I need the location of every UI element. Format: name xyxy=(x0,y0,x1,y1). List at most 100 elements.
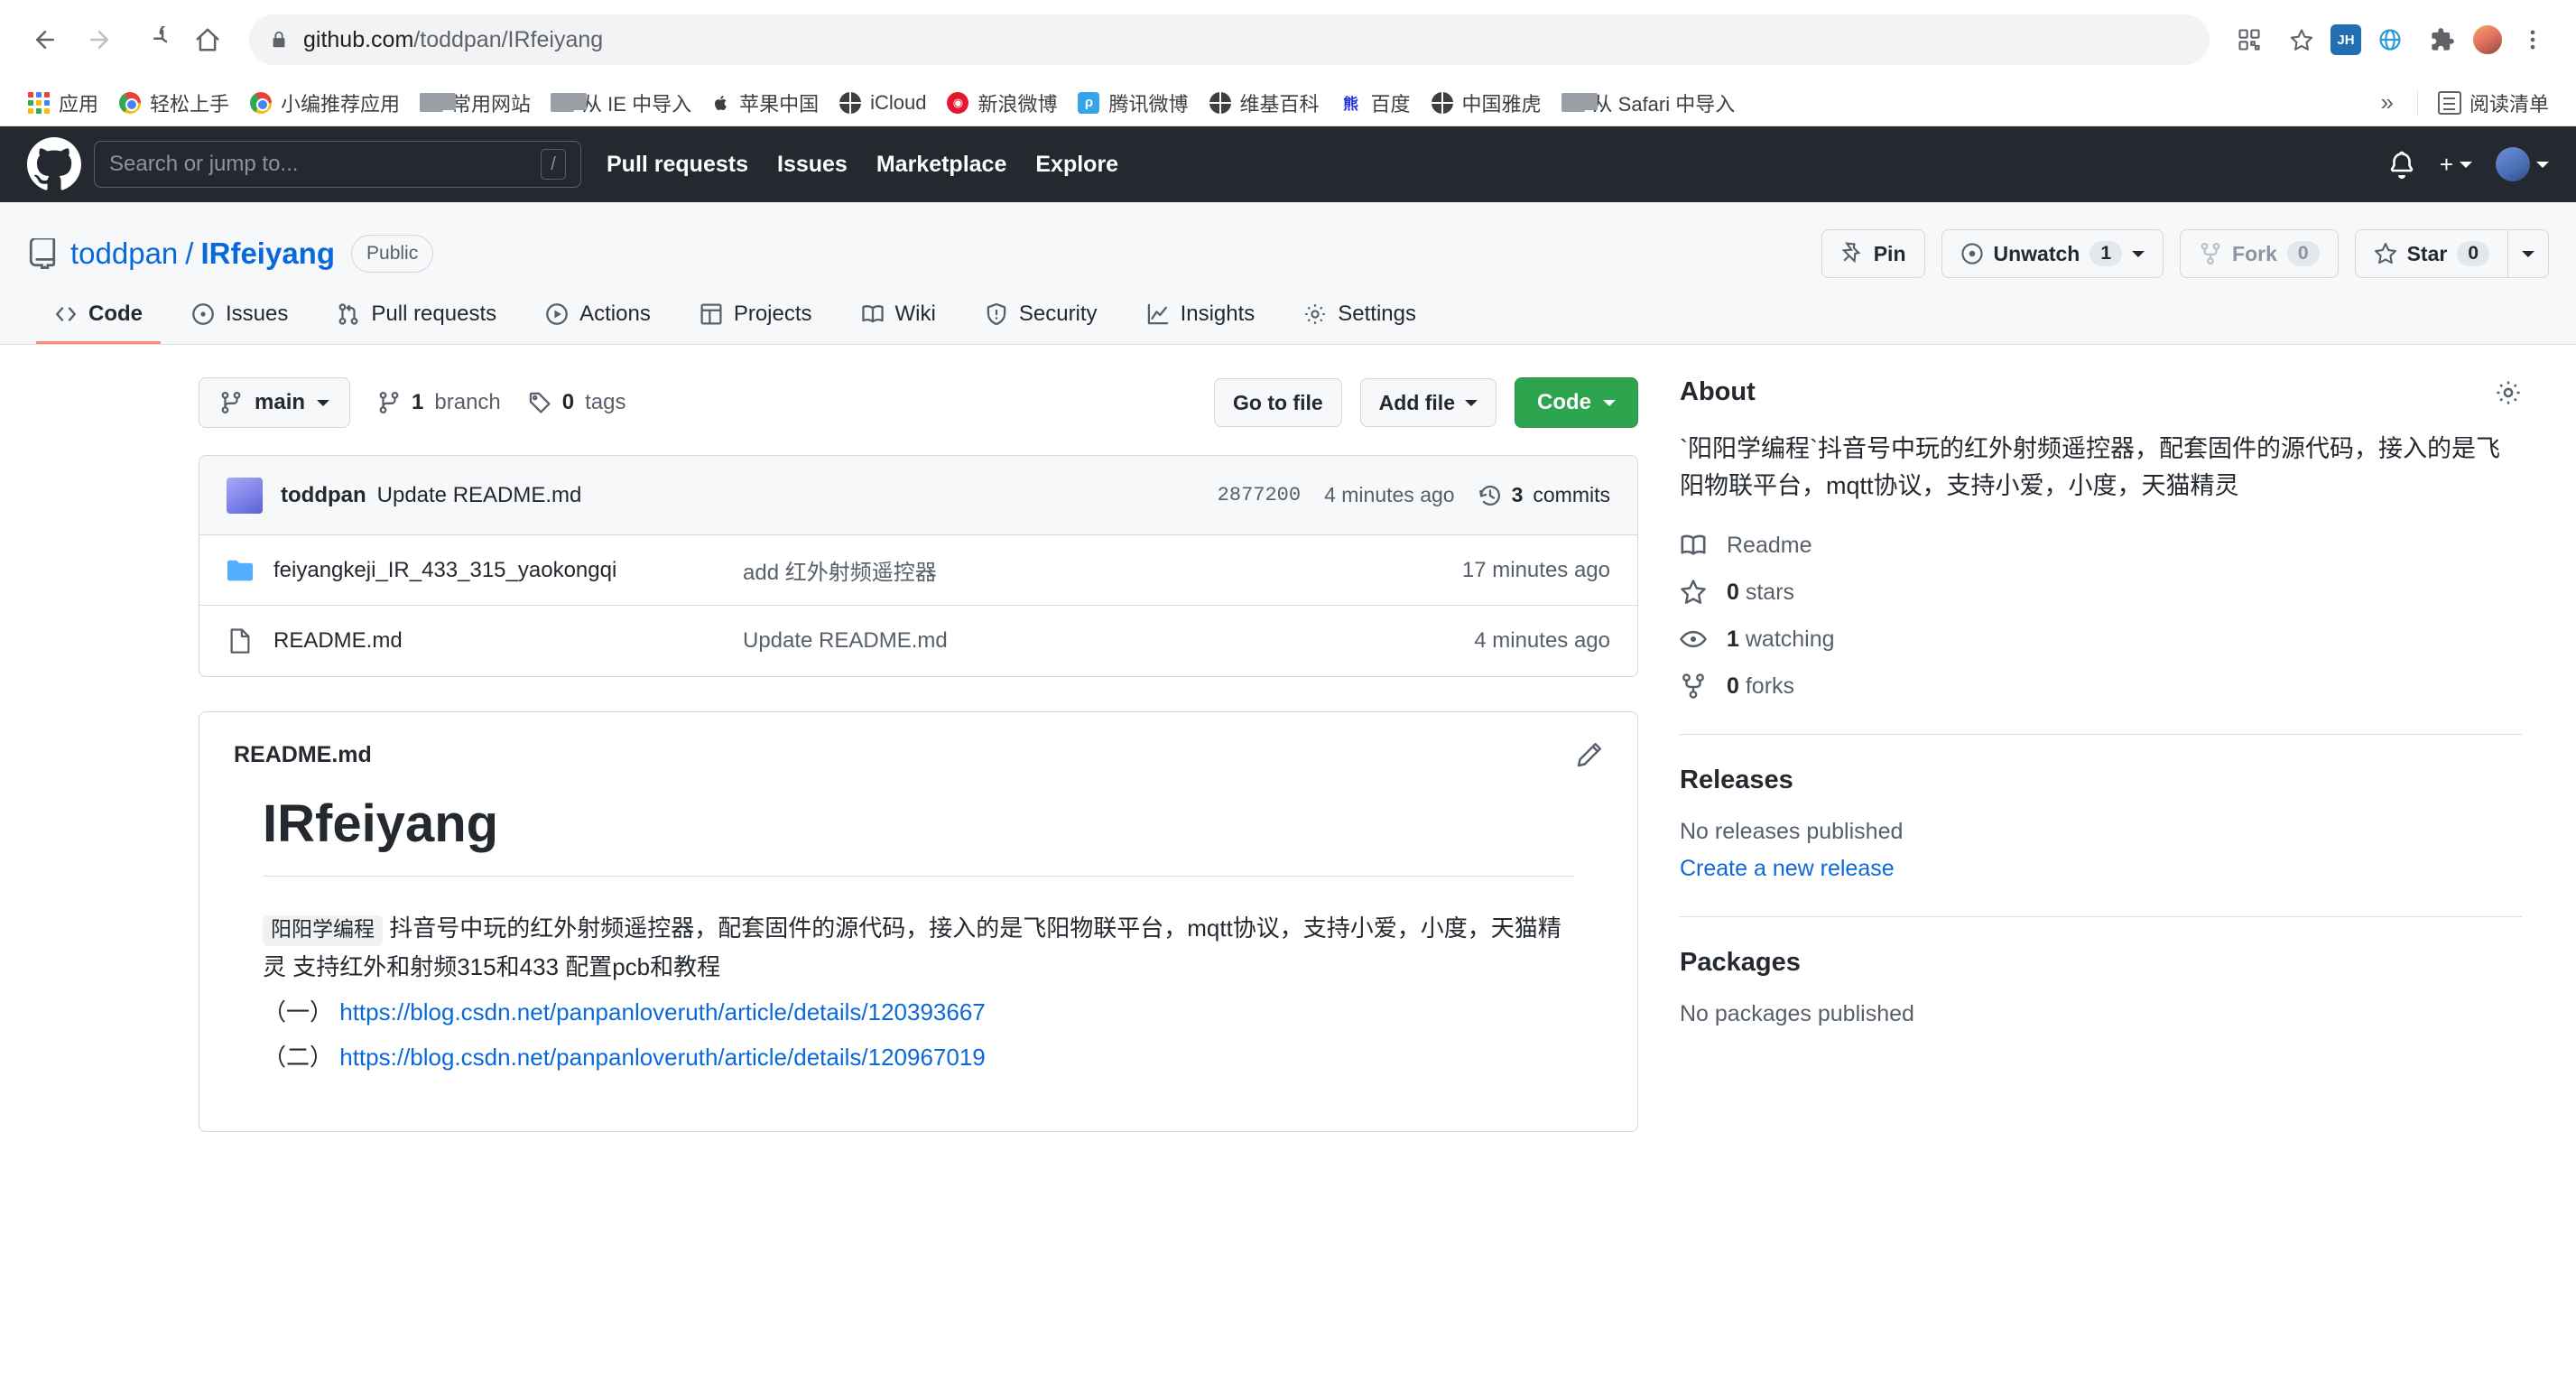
sidebar-stars-link[interactable]: 0 stars xyxy=(1680,579,2522,606)
bookmark-folder-from-safari[interactable]: 从 Safari 中导入 xyxy=(1552,83,1745,123)
baidu-icon: 熊 xyxy=(1343,96,1359,113)
bookmark-tencent-weibo[interactable]: ρ 腾讯微博 xyxy=(1068,83,1197,123)
readme-paragraph: 阳阳学编程 抖音号中玩的红外射频遥控器，配套固件的源代码，接入的是飞阳物联平台，… xyxy=(263,909,1574,986)
forward-button[interactable] xyxy=(74,14,125,65)
apps-grid-icon xyxy=(27,91,51,115)
sidebar-divider xyxy=(1680,916,2522,918)
add-file-button[interactable]: Add file xyxy=(1359,378,1496,427)
reading-list-button[interactable]: 阅读清单 xyxy=(2429,83,2558,123)
readme-link-1[interactable]: https://blog.csdn.net/panpanloveruth/art… xyxy=(339,998,986,1026)
extension-jh-icon[interactable]: JH xyxy=(2330,24,2361,55)
play-icon xyxy=(545,302,569,326)
nav-pull-requests[interactable]: Pull requests xyxy=(607,152,748,178)
star-button[interactable]: Star 0 xyxy=(2354,229,2507,278)
chevron-down-icon xyxy=(2460,161,2472,168)
bookmark-icloud[interactable]: iCloud xyxy=(829,86,935,120)
home-button[interactable] xyxy=(182,14,233,65)
create-new-menu[interactable]: + xyxy=(2440,151,2472,179)
bookmark-apps[interactable]: 应用 xyxy=(18,83,107,123)
qr-code-icon[interactable] xyxy=(2226,16,2273,63)
watch-button[interactable]: Unwatch 1 xyxy=(1941,229,2164,278)
edit-pencil-icon[interactable] xyxy=(1576,741,1603,768)
fork-count: 0 xyxy=(2286,241,2320,266)
create-release-link[interactable]: Create a new release xyxy=(1680,856,2522,882)
bookmark-folder-from-ie[interactable]: 从 IE 中导入 xyxy=(542,83,700,123)
tab-issues[interactable]: Issues xyxy=(173,302,306,344)
profile-avatar[interactable] xyxy=(2471,23,2504,56)
tab-settings[interactable]: Settings xyxy=(1285,302,1434,344)
packages-title: Packages xyxy=(1680,948,1801,978)
tab-projects[interactable]: Projects xyxy=(681,302,830,344)
star-dropdown-button[interactable] xyxy=(2507,229,2549,278)
go-to-file-button[interactable]: Go to file xyxy=(1213,378,1342,427)
commit-message[interactable]: Update README.md xyxy=(377,483,582,508)
notifications-bell-icon[interactable] xyxy=(2387,150,2416,179)
file-name-link[interactable]: README.md xyxy=(273,628,743,654)
repo-owner-link[interactable]: toddpan xyxy=(70,237,178,271)
search-input[interactable]: Search or jump to... / xyxy=(94,141,581,188)
code-download-button[interactable]: Code xyxy=(1515,377,1638,428)
bookmark-qingsongshangshou[interactable]: 轻松上手 xyxy=(109,83,238,123)
pin-button[interactable]: Pin xyxy=(1821,229,1925,278)
extension-globe-icon[interactable] xyxy=(2367,16,2414,63)
tab-code[interactable]: Code xyxy=(36,302,161,344)
table-row[interactable]: feiyangkeji_IR_433_315_yaokongqi add 红外射… xyxy=(199,535,1637,606)
bookmark-label: 苹果中国 xyxy=(739,92,820,116)
extensions-puzzle-icon[interactable] xyxy=(2419,16,2466,63)
commit-author-avatar[interactable] xyxy=(227,477,263,514)
tab-pull-requests[interactable]: Pull requests xyxy=(319,302,514,344)
readme-header: README.md xyxy=(199,712,1637,777)
repo-name-link[interactable]: IRfeiyang xyxy=(200,237,335,271)
about-settings-gear-icon[interactable] xyxy=(2495,379,2522,406)
readme-link-2[interactable]: https://blog.csdn.net/panpanloveruth/art… xyxy=(339,1044,986,1071)
bookmark-xiaobian-apps[interactable]: 小编推荐应用 xyxy=(240,83,409,123)
repository-tabs: Code Issues Pull requests Actions Projec… xyxy=(27,302,2549,344)
sidebar-forks-link[interactable]: 0 forks xyxy=(1680,673,2522,700)
back-button[interactable] xyxy=(20,14,70,65)
address-bar[interactable]: github.com/toddpan/IRfeiyang xyxy=(249,14,2210,65)
tab-label: Actions xyxy=(579,302,651,326)
sidebar-readme-link[interactable]: Readme xyxy=(1680,532,2522,559)
nav-marketplace[interactable]: Marketplace xyxy=(876,152,1007,178)
browser-menu-icon[interactable] xyxy=(2509,16,2556,63)
table-row[interactable]: README.md Update README.md 4 minutes ago xyxy=(199,606,1637,676)
reload-button[interactable] xyxy=(128,14,179,65)
bookmark-folder-changyongwangzhan[interactable]: 常用网站 xyxy=(411,83,540,123)
nav-explore[interactable]: Explore xyxy=(1035,152,1118,178)
commits-count: 3 xyxy=(1511,483,1524,506)
bookmark-sina-weibo[interactable]: ◉ 新浪微博 xyxy=(937,83,1066,123)
tab-actions[interactable]: Actions xyxy=(527,302,669,344)
fork-button[interactable]: Fork 0 xyxy=(2180,229,2339,278)
file-commit-message[interactable]: add 红外射频遥控器 xyxy=(743,554,1435,586)
commits-history-link[interactable]: 3 commits xyxy=(1478,483,1610,507)
lock-icon xyxy=(269,30,289,50)
bookmark-yahoo-china[interactable]: 中国雅虎 xyxy=(1422,83,1551,123)
tab-insights[interactable]: Insights xyxy=(1128,302,1274,344)
url-host: github.com xyxy=(303,26,414,52)
bookmark-wikipedia[interactable]: 维基百科 xyxy=(1200,83,1329,123)
plus-icon: + xyxy=(2439,150,2453,178)
user-menu[interactable] xyxy=(2496,147,2549,181)
sidebar-watchers-link[interactable]: 1 watching xyxy=(1680,626,2522,653)
bookmarks-bar: 应用 轻松上手 小编推荐应用 常用网站 从 IE 中导入 苹果中国 iCloud xyxy=(0,79,2576,126)
tab-security[interactable]: Security xyxy=(967,302,1116,344)
code-icon xyxy=(54,302,78,326)
tag-word: tags xyxy=(585,390,626,414)
commit-author-name[interactable]: toddpan xyxy=(281,483,366,508)
bookmark-apple-china[interactable]: 苹果中国 xyxy=(702,83,828,123)
tab-wiki[interactable]: Wiki xyxy=(843,302,954,344)
bookmark-star-icon[interactable] xyxy=(2278,16,2325,63)
branches-link[interactable]: 1 branch xyxy=(377,390,501,415)
file-name-link[interactable]: feiyangkeji_IR_433_315_yaokongqi xyxy=(273,558,743,583)
commit-sha[interactable]: 2877200 xyxy=(1218,484,1301,506)
bookmark-baidu[interactable]: 熊 百度 xyxy=(1330,83,1420,123)
bookmarks-overflow-button[interactable]: » xyxy=(2368,88,2406,116)
tab-label: Settings xyxy=(1338,302,1416,326)
search-shortcut-key: / xyxy=(541,149,566,180)
github-logo-icon[interactable] xyxy=(27,137,81,191)
tags-link[interactable]: 0 tags xyxy=(528,390,626,415)
branch-icon xyxy=(377,391,401,414)
nav-issues[interactable]: Issues xyxy=(777,152,848,178)
file-commit-message[interactable]: Update README.md xyxy=(743,628,1447,654)
branch-selector-button[interactable]: main xyxy=(199,377,351,428)
